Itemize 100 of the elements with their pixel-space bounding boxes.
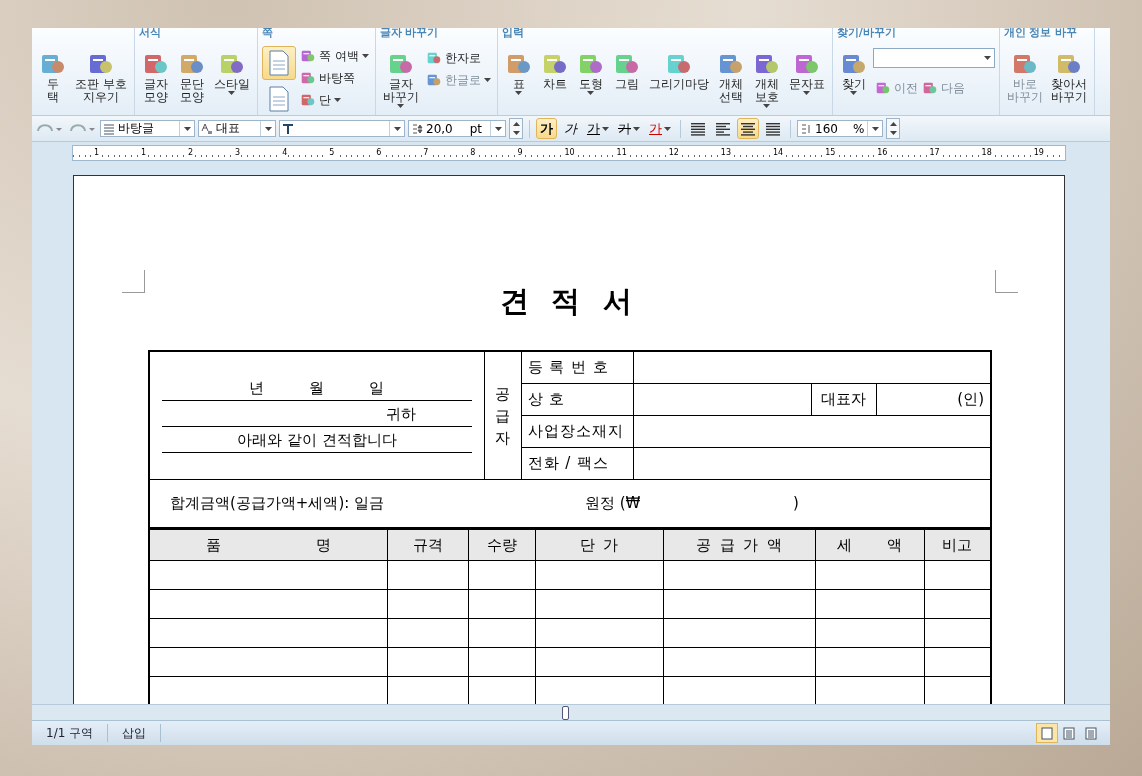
ruler-number: 3 — [234, 149, 242, 157]
ribbon-button[interactable]: 글자 모양 — [138, 48, 173, 106]
field-label: 대표자 — [811, 383, 876, 416]
supplier-label: 공 급 자 — [484, 351, 521, 480]
caret-icon — [664, 126, 671, 131]
ruler-number: 1 — [92, 149, 101, 157]
column-header: 규격 — [387, 529, 468, 561]
group-title: 찾기/바꾸기 — [836, 28, 897, 40]
group-title: 쪽 — [261, 28, 274, 38]
ribbon-button[interactable]: 도형 — [573, 48, 608, 97]
caret-icon — [602, 126, 609, 131]
line-spacing-icon — [800, 122, 812, 135]
ruler-number: 10 — [563, 149, 576, 157]
ruler-number: 11 — [615, 149, 628, 157]
ribbon-button[interactable]: 문단 모양 — [174, 48, 209, 106]
ruler[interactable]: 1 1 2 3 4 5 6 7 8 9 10 11 12 13 14 15 16 17 18 19 — [72, 145, 1066, 161]
column-header: 품 명 — [149, 529, 387, 561]
field-label: 상 호 — [521, 383, 633, 416]
caret-icon — [803, 91, 811, 95]
format-button[interactable]: 가 — [584, 118, 612, 139]
search-field[interactable] — [872, 48, 995, 68]
format-button[interactable]: 가 — [560, 118, 581, 139]
dropdown-button[interactable] — [389, 121, 404, 136]
column-header: 수량 — [468, 529, 535, 561]
ruler-number: 5 — [328, 149, 336, 157]
table-cell — [468, 647, 535, 677]
ribbon-button[interactable]: 조판 부호 지우기 — [72, 48, 130, 106]
table-cell — [468, 560, 535, 590]
style-select[interactable]: 바탕글 — [100, 120, 195, 137]
dropdown-button[interactable] — [490, 121, 505, 136]
format-button[interactable]: 가 — [536, 118, 557, 139]
table-cell — [468, 676, 535, 704]
dropdown-button[interactable] — [260, 121, 275, 136]
ruler-number: 14 — [772, 149, 785, 157]
ruler-number: 13 — [719, 149, 733, 157]
ribbon-button[interactable]: 글자 바꾸기 — [379, 48, 422, 110]
align-icon — [765, 121, 781, 136]
horizontal-scrollbar[interactable] — [32, 704, 1110, 720]
size-icon — [411, 122, 423, 135]
format-button[interactable]: 가 — [615, 118, 643, 139]
column-header: 단 가 — [535, 529, 663, 561]
ruler-number: 6 — [375, 149, 383, 157]
table-cell — [468, 618, 535, 648]
ribbon-button[interactable]: 개체 보호 — [749, 48, 784, 110]
align-button[interactable] — [737, 118, 759, 139]
column-header: 공 급 가 액 — [663, 529, 815, 561]
ribbon-button[interactable]: 차트 — [537, 48, 572, 93]
ruler-number: 1 — [140, 149, 148, 157]
crop-mark — [995, 270, 1018, 293]
font-icon — [282, 122, 294, 135]
spin-button[interactable] — [509, 118, 523, 139]
column-header: 세 액 — [815, 529, 924, 561]
group-title: 글자 바꾸기 — [379, 28, 440, 40]
ribbon-button[interactable]: 그림 — [609, 48, 644, 93]
date-line: 년 월 일 — [162, 378, 472, 401]
caret-icon — [850, 91, 858, 95]
size-select[interactable]: 20,0 pt — [408, 120, 506, 137]
font-select[interactable] — [279, 120, 405, 137]
table-cell — [468, 589, 535, 619]
format-button[interactable]: 가 — [646, 118, 674, 139]
caret-icon — [515, 91, 523, 95]
ruler-number: 17 — [928, 149, 941, 157]
ribbon-button[interactable]: 찾기 — [836, 48, 871, 97]
ribbon-button[interactable]: 두 택 — [36, 48, 70, 106]
spin-button[interactable] — [886, 118, 900, 139]
ribbon-button[interactable]: 쪽 여백 — [297, 46, 371, 66]
page-view-icon — [1063, 726, 1075, 740]
caret-icon — [983, 56, 991, 60]
ruler-number: 9 — [516, 149, 524, 157]
align-icon — [740, 121, 756, 136]
ribbon-button[interactable]: 스타일 — [210, 48, 253, 97]
ribbon-button[interactable]: 개체 선택 — [713, 48, 748, 106]
language-select[interactable]: 대표 — [198, 120, 276, 137]
crop-mark — [122, 270, 145, 293]
ruler-number: 4 — [281, 149, 289, 157]
line-spacing-select[interactable]: 160 % — [797, 120, 883, 137]
caret-icon — [633, 126, 640, 131]
page-view-icon — [1085, 726, 1097, 740]
view-button[interactable] — [1036, 723, 1058, 743]
scroll-thumb[interactable] — [562, 705, 569, 720]
section-indicator: 1/1 구역 — [32, 724, 109, 742]
field-label: 사업장소재지 — [521, 415, 633, 448]
mode-indicator: 삽입 — [108, 724, 162, 742]
ribbon-button[interactable]: 문자표 — [785, 48, 828, 97]
dropdown-button[interactable] — [867, 121, 882, 136]
group-title: 개인 정보 바꾸 — [1003, 28, 1079, 40]
ribbon-button[interactable]: 찾아서 바꾸기 — [1047, 48, 1090, 106]
caret-icon — [393, 126, 401, 131]
ribbon-button[interactable]: 표 — [501, 48, 536, 97]
group-title: 서식 — [138, 28, 162, 40]
column-header: 비고 — [924, 529, 991, 561]
ribbon-button[interactable]: 단 — [297, 90, 371, 110]
ruler-number: 16 — [876, 149, 889, 157]
group-title: 입력 — [501, 28, 525, 40]
ribbon-button[interactable]: 바탕쪽 — [297, 68, 371, 88]
ribbon-button[interactable]: 한자로 — [423, 48, 493, 68]
ribbon-button[interactable]: 그리기마당 — [645, 48, 712, 93]
caret-icon — [587, 91, 595, 95]
dropdown-button[interactable] — [179, 121, 194, 136]
ruler-number: 2 — [187, 149, 195, 157]
